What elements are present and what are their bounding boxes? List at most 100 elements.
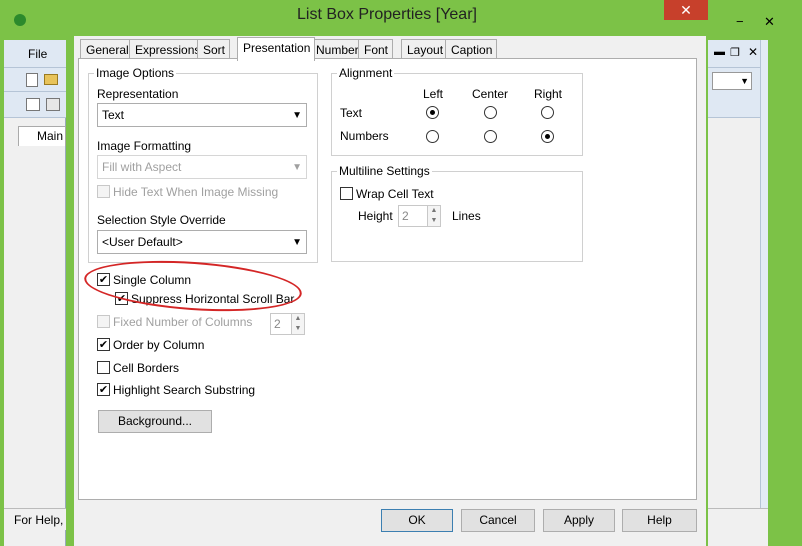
sheet-tab-main[interactable]: Main — [18, 126, 66, 146]
background-dropdown[interactable]: ▼ — [712, 72, 752, 90]
fixed-columns-checkbox[interactable] — [97, 315, 110, 328]
align-row-numbers: Numbers — [340, 129, 389, 143]
tab-sort[interactable]: Sort — [197, 39, 231, 59]
tab-label: Number — [316, 43, 359, 57]
fixed-columns-input[interactable]: 2 — [270, 313, 292, 335]
tab-font[interactable]: Font — [358, 39, 394, 59]
tab-caption[interactable]: Caption — [445, 39, 498, 59]
tab-label: Font — [364, 43, 389, 57]
height-value: 2 — [402, 209, 409, 223]
chevron-down-icon: ▼ — [292, 237, 302, 248]
new-document-icon[interactable] — [26, 73, 38, 87]
doc-restore-icon[interactable]: ❐ — [730, 46, 740, 59]
apply-button-label: Apply — [563, 513, 595, 527]
background-app-titlebar-right: − ✕ — [708, 0, 802, 40]
doc-minimize-icon[interactable]: ▬ — [714, 46, 725, 58]
numbers-align-right-radio[interactable] — [541, 130, 554, 143]
tab-label: Layout — [407, 43, 444, 57]
close-icon[interactable]: ✕ — [764, 14, 775, 30]
background-toolbar-1 — [4, 68, 66, 92]
chevron-down-icon: ▼ — [292, 110, 302, 121]
background-toolbar-strip — [760, 40, 768, 520]
highlight-search-label: Highlight Search Substring — [113, 383, 256, 397]
background-button-label: Background... — [117, 414, 193, 428]
align-row-text: Text — [340, 106, 363, 120]
ok-button[interactable]: OK — [381, 509, 453, 532]
representation-label: Representation — [97, 87, 179, 101]
open-folder-icon[interactable] — [44, 74, 58, 85]
background-button[interactable]: Background... — [98, 410, 212, 433]
chevron-down-icon: ▼ — [740, 76, 749, 86]
representation-value: Text — [102, 108, 125, 122]
selection-style-label: Selection Style Override — [97, 213, 226, 227]
tab-label: Caption — [451, 43, 493, 57]
image-formatting-select[interactable]: Fill with Aspect ▼ — [97, 155, 307, 179]
image-formatting-value: Fill with Aspect — [102, 160, 182, 174]
doc-close-icon[interactable]: ✕ — [748, 45, 758, 59]
selection-style-select[interactable]: <User Default> ▼ — [97, 230, 307, 254]
alignment-label: Alignment — [337, 66, 395, 80]
lines-label: Lines — [452, 209, 481, 223]
cancel-button[interactable]: Cancel — [461, 509, 535, 532]
numbers-align-left-radio[interactable] — [426, 130, 439, 143]
highlight-search-checkbox[interactable]: ✔ — [97, 383, 110, 396]
menu-file[interactable]: File — [28, 47, 47, 61]
status-bar-right — [708, 508, 768, 530]
background-menubar-right: ▬ ❐ ✕ — [708, 40, 768, 68]
hide-text-label: Hide Text When Image Missing — [113, 185, 279, 199]
status-text: For Help, — [14, 513, 64, 527]
tab-number[interactable]: Number — [310, 39, 364, 59]
help-button-label: Help — [647, 513, 672, 527]
fixed-columns-label: Fixed Number of Columns — [113, 315, 253, 329]
fixed-columns-value: 2 — [274, 317, 281, 331]
cell-borders-label: Cell Borders — [113, 361, 180, 375]
cancel-button-label: Cancel — [479, 513, 517, 527]
background-menubar: File — [4, 40, 66, 68]
representation-select[interactable]: Text ▼ — [97, 103, 307, 127]
height-input[interactable]: 2 — [398, 205, 428, 227]
align-col-right: Right — [534, 87, 563, 101]
wrap-cell-text-label: Wrap Cell Text — [356, 187, 434, 201]
tab-general[interactable]: General — [80, 39, 134, 59]
ok-button-label: OK — [408, 513, 426, 527]
cell-borders-checkbox[interactable] — [97, 361, 110, 374]
text-align-center-radio[interactable] — [484, 106, 497, 119]
numbers-align-center-radio[interactable] — [484, 130, 497, 143]
hide-text-checkbox[interactable] — [97, 185, 110, 198]
height-spinner[interactable]: ▲ ▼ — [427, 205, 441, 227]
background-toolbar-2 — [4, 92, 66, 118]
order-by-column-label: Order by Column — [113, 338, 205, 352]
tab-presentation[interactable]: Presentation — [237, 37, 316, 61]
multiline-settings-label: Multiline Settings — [337, 164, 432, 178]
add-sheet-icon[interactable] — [26, 98, 40, 111]
tab-label: Sort — [203, 43, 226, 57]
apply-button[interactable]: Apply — [543, 509, 615, 532]
selection-style-value: <User Default> — [102, 235, 183, 249]
reload-icon[interactable] — [46, 98, 60, 111]
align-col-left: Left — [423, 87, 444, 101]
height-label: Height — [358, 209, 393, 223]
align-col-center: Center — [472, 87, 509, 101]
tab-label: Expressions — [135, 43, 201, 57]
tab-label: General — [86, 43, 129, 57]
tab-label: Presentation — [243, 41, 311, 55]
tab-layout[interactable]: Layout — [401, 39, 449, 59]
image-formatting-label: Image Formatting — [97, 139, 192, 153]
wrap-cell-text-checkbox[interactable] — [340, 187, 353, 200]
background-app-titlebar — [4, 0, 66, 40]
order-by-column-checkbox[interactable]: ✔ — [97, 338, 110, 351]
dialog-title: List Box Properties [Year] — [297, 6, 477, 23]
status-bar: For Help, — [4, 508, 66, 530]
help-button[interactable]: Help — [622, 509, 697, 532]
text-align-left-radio[interactable] — [426, 106, 439, 119]
text-align-right-radio[interactable] — [541, 106, 554, 119]
dialog-close-button[interactable]: ✕ — [664, 0, 708, 20]
sheet-tab-label: Main — [37, 129, 64, 143]
image-options-label: Image Options — [94, 66, 177, 80]
tab-expressions[interactable]: Expressions — [129, 39, 206, 59]
fixed-columns-spinner[interactable]: ▲ ▼ — [291, 313, 305, 335]
minimize-icon[interactable]: − — [736, 14, 744, 29]
desktop-strip-right — [768, 40, 802, 546]
qlikview-app-icon — [14, 14, 26, 26]
chevron-down-icon: ▼ — [292, 162, 302, 173]
